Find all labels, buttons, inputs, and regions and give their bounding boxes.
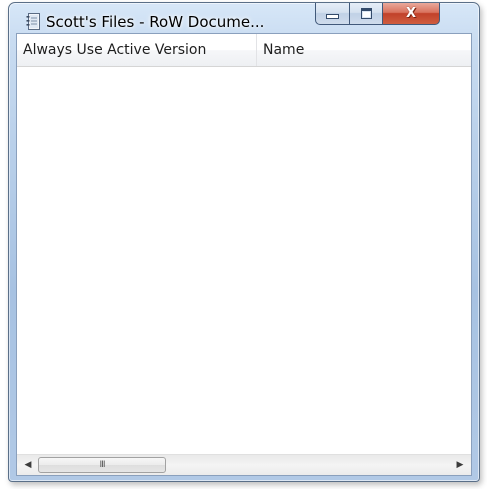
scroll-thumb[interactable]: III — [38, 457, 166, 473]
close-icon: X — [405, 6, 417, 21]
notebook-icon[interactable] — [26, 13, 40, 30]
column-header-always-use-active-version[interactable]: Always Use Active Version — [17, 34, 257, 66]
grip-icon: III — [99, 460, 106, 470]
maximize-icon — [360, 8, 372, 19]
scroll-left-icon[interactable]: ◀ — [19, 457, 37, 473]
title-bar[interactable]: Scott's Files - RoW Docume... X — [9, 3, 479, 35]
app-window: Scott's Files - RoW Docume... X Always U… — [8, 2, 480, 482]
horizontal-scrollbar[interactable]: ◀ III ▶ — [17, 454, 471, 475]
file-list-view[interactable]: Always Use Active Version Name ◀ III ▶ — [16, 33, 472, 476]
minimize-button[interactable] — [315, 3, 349, 25]
window-title: Scott's Files - RoW Docume... — [46, 13, 265, 31]
list-header: Always Use Active Version Name — [17, 34, 471, 67]
maximize-button[interactable] — [349, 3, 383, 25]
minimize-icon — [326, 14, 339, 19]
close-button[interactable]: X — [383, 3, 440, 25]
scroll-right-icon[interactable]: ▶ — [451, 457, 469, 473]
column-header-name[interactable]: Name — [257, 34, 471, 66]
list-body[interactable] — [17, 67, 471, 455]
caption-buttons: X — [315, 3, 440, 25]
